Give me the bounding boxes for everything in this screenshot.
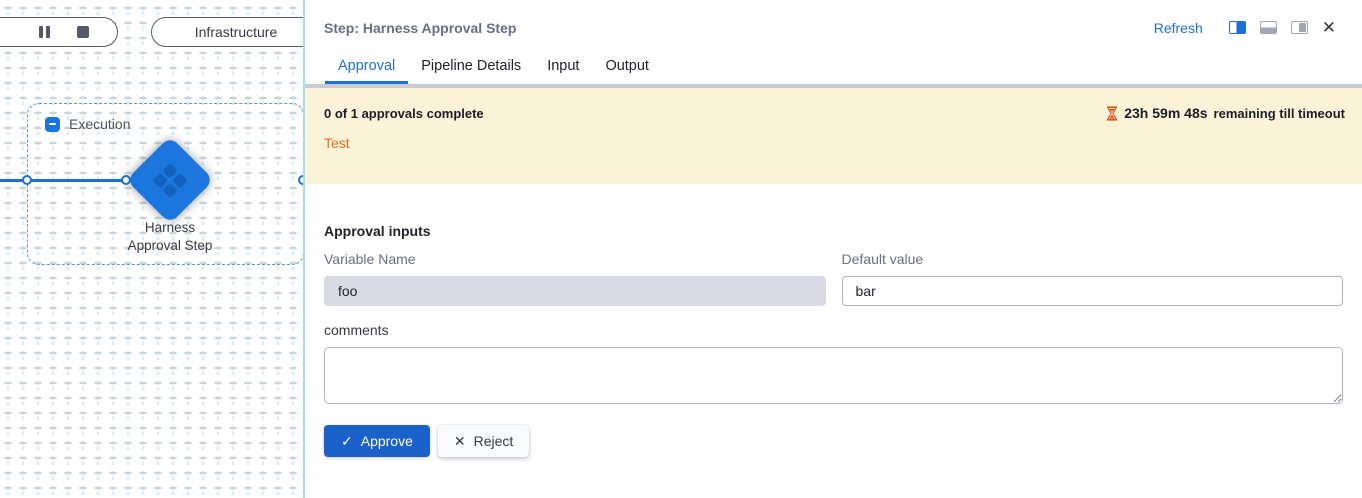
connector-port-left[interactable]: [22, 175, 32, 185]
x-icon: ✕: [454, 433, 466, 450]
step-details-panel: Step: Harness Approval Step Refresh ✕ Ap…: [305, 0, 1362, 498]
node-label-line2: Approval Step: [90, 237, 250, 255]
approval-actions: ✓ Approve ✕ Reject: [324, 425, 1343, 457]
tab-input[interactable]: Input: [534, 58, 592, 84]
node-label-line1: Harness: [90, 219, 250, 237]
approve-button-label: Approve: [361, 433, 413, 449]
panel-title: Step: Harness Approval Step: [324, 20, 516, 36]
variable-name-field-group: Variable Name: [324, 251, 826, 306]
variable-name-label: Variable Name: [324, 251, 826, 267]
panel-header: Step: Harness Approval Step Refresh ✕: [305, 0, 1362, 36]
default-value-input[interactable]: [842, 276, 1344, 306]
timeout-countdown: 23h 59m 48s remaining till timeout: [1106, 105, 1345, 121]
comments-label: comments: [324, 322, 1343, 338]
timeout-suffix: remaining till timeout: [1214, 106, 1345, 121]
timeout-time: 23h 59m 48s: [1124, 105, 1207, 121]
view-drawer-right-icon[interactable]: [1291, 21, 1308, 34]
view-split-bottom-icon[interactable]: [1260, 21, 1277, 34]
close-icon[interactable]: ✕: [1322, 19, 1336, 36]
execution-group-header[interactable]: Execution: [45, 116, 130, 132]
default-value-field-group: Default value: [842, 251, 1344, 306]
check-icon: ✓: [341, 433, 353, 450]
default-value-label: Default value: [842, 251, 1344, 267]
approval-message: Test: [324, 135, 1345, 151]
approval-tab-content: Approval inputs Variable Name Default va…: [305, 184, 1362, 457]
execution-controls: [0, 17, 118, 47]
tab-output[interactable]: Output: [592, 58, 662, 84]
reject-button[interactable]: ✕ Reject: [438, 425, 529, 457]
collapse-minus-icon[interactable]: [45, 117, 60, 132]
comments-textarea[interactable]: [324, 347, 1343, 404]
hourglass-icon: [1106, 106, 1118, 121]
pause-icon[interactable]: [39, 26, 50, 38]
approve-button[interactable]: ✓ Approve: [324, 425, 430, 457]
reject-button-label: Reject: [474, 433, 514, 449]
panel-header-actions: Refresh ✕: [1154, 19, 1336, 36]
variable-name-input: [324, 276, 826, 306]
execution-label: Execution: [69, 116, 130, 132]
node-label: Harness Approval Step: [90, 219, 250, 255]
tab-approval[interactable]: Approval: [325, 58, 408, 84]
approval-step-icon: [152, 162, 187, 197]
pipeline-canvas[interactable]: Infrastructure Execution Harness Approva…: [0, 0, 305, 498]
infrastructure-node[interactable]: Infrastructure: [151, 17, 305, 47]
connector-port-edge[interactable]: [298, 175, 305, 185]
approval-inputs-heading: Approval inputs: [324, 223, 1343, 239]
infrastructure-label: Infrastructure: [195, 24, 277, 40]
refresh-link[interactable]: Refresh: [1154, 20, 1203, 36]
approvals-progress-text: 0 of 1 approvals complete: [324, 106, 484, 121]
view-split-right-icon[interactable]: [1229, 21, 1246, 34]
connector-line: [0, 179, 127, 182]
tab-pipeline-details[interactable]: Pipeline Details: [408, 58, 534, 84]
approval-status-banner: 0 of 1 approvals complete 23h 59m 48s re…: [305, 88, 1362, 184]
tab-bar: Approval Pipeline Details Input Output: [305, 58, 1362, 84]
comments-field-group: comments: [324, 322, 1343, 409]
stop-icon[interactable]: [77, 26, 89, 38]
